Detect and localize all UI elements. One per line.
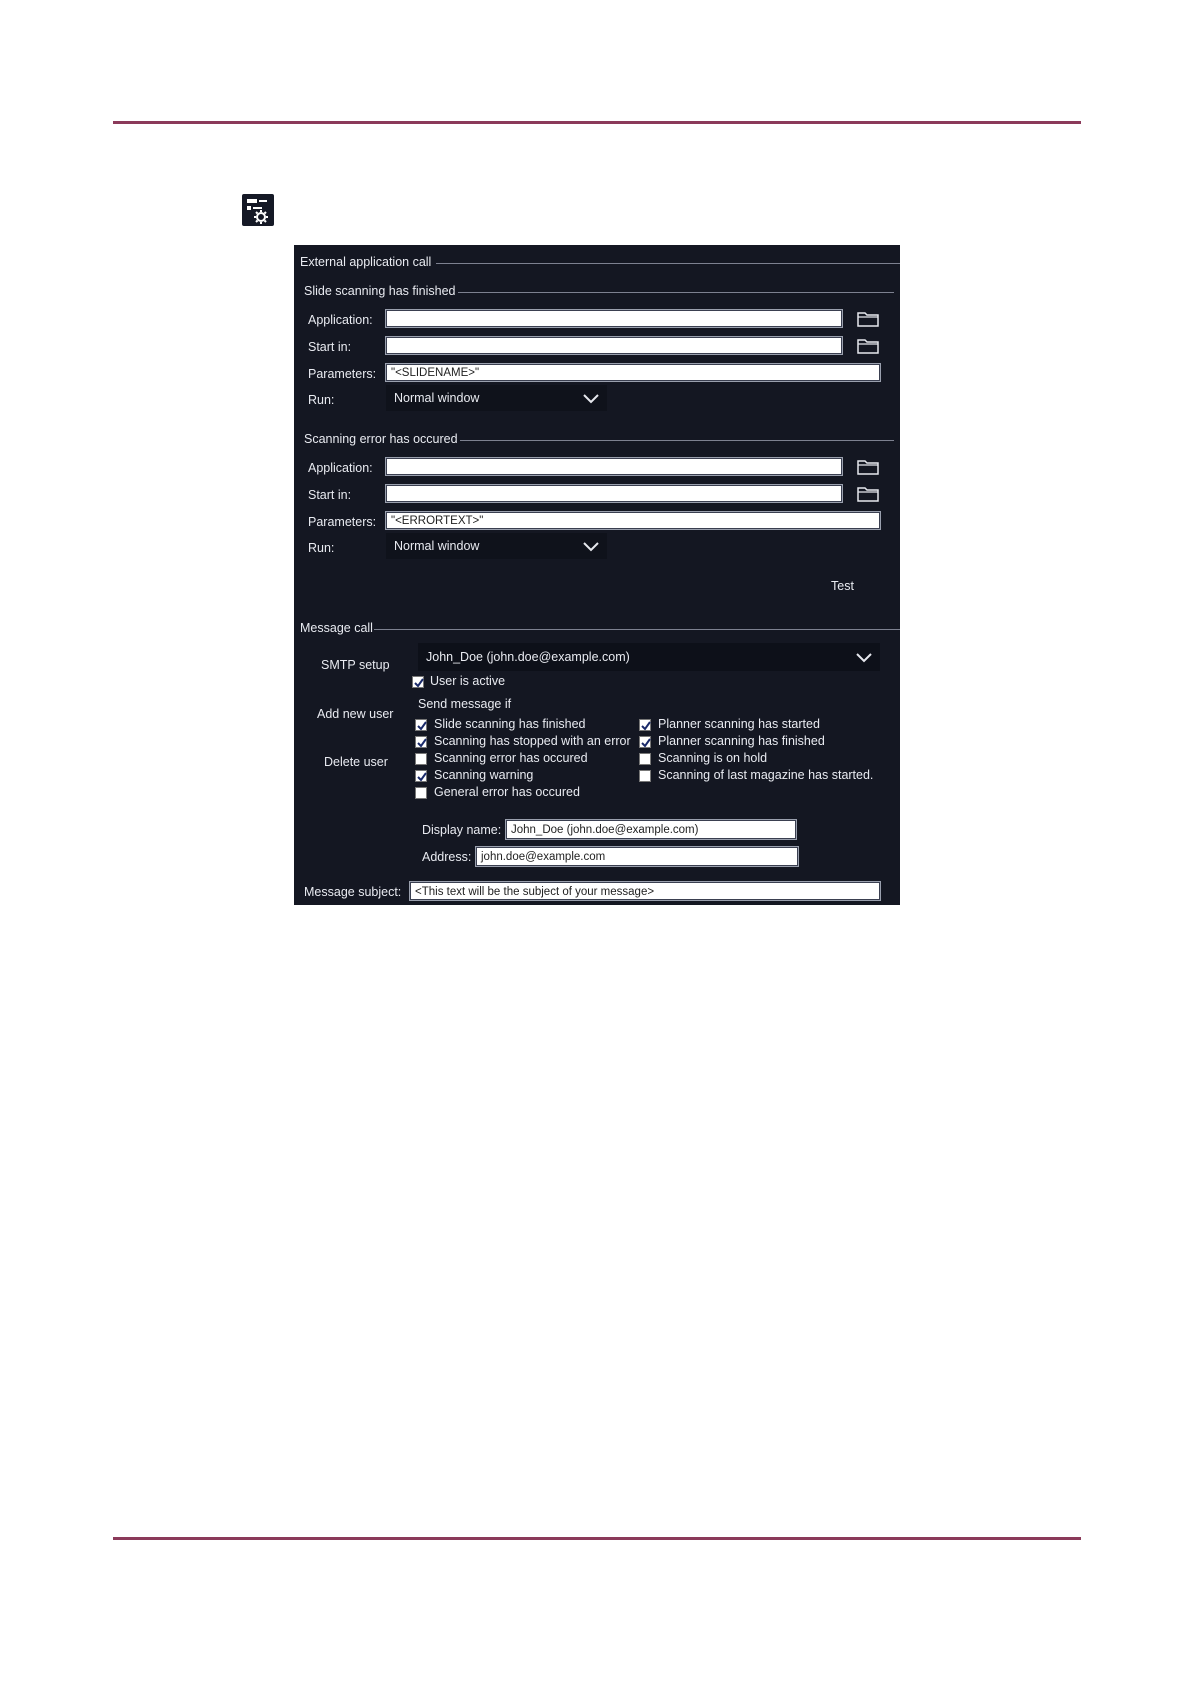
error-startin-folder-icon[interactable]: [857, 485, 879, 502]
footer-rule: [113, 1537, 1081, 1540]
condition-label: Scanning error has occured: [434, 751, 588, 765]
condition-checkbox[interactable]: [639, 770, 651, 782]
user-active-label: User is active: [430, 674, 506, 688]
user-select[interactable]: John_Doe (john.doe@example.com): [418, 643, 880, 671]
checkmark-icon: [417, 721, 427, 731]
condition-label: Scanning warning: [434, 768, 534, 782]
finished-application-folder-icon[interactable]: [857, 310, 879, 327]
finished-parameters-input[interactable]: "<SLIDENAME>": [386, 364, 880, 381]
condition-label: General error has occured: [434, 785, 580, 799]
condition-checkbox[interactable]: [415, 736, 427, 748]
test-button[interactable]: Test: [831, 579, 854, 593]
user-active-checkbox[interactable]: [412, 676, 424, 688]
finished-run-select[interactable]: Normal window: [386, 385, 607, 411]
condition-checkbox[interactable]: [639, 719, 651, 731]
condition-label: Planner scanning has finished: [658, 734, 825, 748]
message-call-divider: [374, 629, 900, 630]
display-name-label: Display name:: [422, 823, 502, 837]
finished-run-value: Normal window: [394, 391, 480, 405]
finished-startin-input[interactable]: [386, 337, 842, 354]
finished-startin-label: Start in:: [308, 340, 352, 354]
finished-parameters-label: Parameters:: [308, 367, 377, 381]
error-section-title: Scanning error has occured: [304, 432, 458, 446]
finished-section-divider: [458, 292, 894, 293]
checkmark-icon: [641, 738, 651, 748]
message-call-title: Message call: [300, 621, 373, 635]
external-call-title: External application call: [300, 255, 432, 269]
error-application-input[interactable]: [386, 458, 842, 475]
checkmark-icon: [417, 738, 427, 748]
header-rule: [113, 121, 1081, 124]
message-subject-label: Message subject:: [304, 885, 402, 899]
external-call-divider: [436, 263, 900, 264]
send-message-if-label: Send message if: [418, 697, 512, 711]
error-startin-input[interactable]: [386, 485, 842, 502]
finished-application-input[interactable]: [386, 310, 842, 327]
error-run-value: Normal window: [394, 539, 480, 553]
condition-checkbox[interactable]: [415, 719, 427, 731]
chevron-down-icon: [583, 542, 599, 552]
error-run-label: Run:: [308, 541, 335, 555]
error-parameters-input[interactable]: "<ERRORTEXT>": [386, 512, 880, 529]
error-parameters-label: Parameters:: [308, 515, 377, 529]
chevron-down-icon: [856, 653, 872, 663]
error-application-label: Application:: [308, 461, 373, 475]
condition-checkbox[interactable]: [639, 753, 651, 765]
finished-application-label: Application:: [308, 313, 373, 327]
user-select-value: John_Doe (john.doe@example.com): [426, 650, 630, 664]
error-run-select[interactable]: Normal window: [386, 533, 607, 559]
delete-user-button[interactable]: Delete user: [324, 755, 388, 769]
add-new-user-button[interactable]: Add new user: [317, 707, 393, 721]
condition-label: Planner scanning has started: [658, 717, 820, 731]
condition-checkbox[interactable]: [415, 770, 427, 782]
checkmark-icon: [414, 678, 424, 688]
condition-checkbox[interactable]: [415, 787, 427, 799]
finished-startin-folder-icon[interactable]: [857, 337, 879, 354]
condition-checkbox[interactable]: [639, 736, 651, 748]
error-application-folder-icon[interactable]: [857, 458, 879, 475]
condition-label: Slide scanning has finished: [434, 717, 586, 731]
settings-gear-icon: [242, 194, 274, 226]
condition-label: Scanning is on hold: [658, 751, 768, 765]
condition-label: Scanning of last magazine has started.: [658, 768, 874, 782]
settings-panel: External application call Slide scanning…: [294, 245, 900, 905]
address-input[interactable]: john.doe@example.com: [476, 847, 798, 866]
message-subject-input[interactable]: <This text will be the subject of your m…: [410, 882, 880, 900]
chevron-down-icon: [583, 394, 599, 404]
checkmark-icon: [417, 772, 427, 782]
error-section-divider: [460, 440, 894, 441]
smtp-setup-button[interactable]: SMTP setup: [321, 658, 390, 672]
checkmark-icon: [641, 721, 651, 731]
display-name-input[interactable]: John_Doe (john.doe@example.com): [506, 820, 796, 839]
condition-checkbox[interactable]: [415, 753, 427, 765]
error-startin-label: Start in:: [308, 488, 352, 502]
address-label: Address:: [422, 850, 472, 864]
finished-section-title: Slide scanning has finished: [304, 284, 456, 298]
finished-run-label: Run:: [308, 393, 335, 407]
condition-label: Scanning has stopped with an error: [434, 734, 631, 748]
